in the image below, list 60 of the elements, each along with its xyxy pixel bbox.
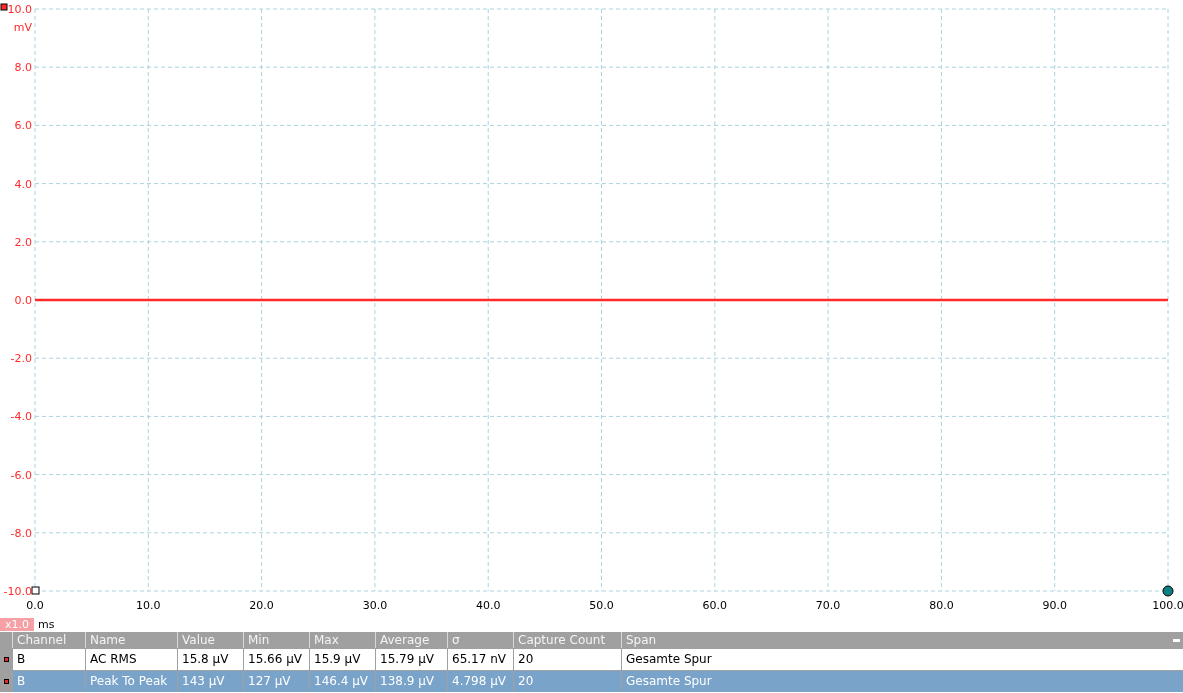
column-header[interactable]: Max [309,632,375,648]
x-axis-label: 40.0 [475,599,501,612]
y-axis-label: -8.0 [10,526,32,540]
table-cell: 15.9 µV [309,649,375,670]
column-header[interactable]: Min [243,632,309,648]
zoom-badge: x1.0 [0,618,34,631]
y-axis-label: 0.0 [14,294,32,307]
table-cell: 138.9 µV [375,671,447,692]
trigger-marker-icon[interactable] [31,586,40,595]
y-axis-unit: mV [13,21,32,34]
column-header[interactable]: Channel [12,632,85,648]
x-axis-label: 90.0 [1042,599,1067,612]
table-cell: 65.17 nV [447,649,513,670]
y-axis-label: 10.0 [7,3,32,16]
y-axis-label: -6.0 [10,468,32,482]
x-axis-unit: ms [38,618,55,631]
table-cell: 143 µV [177,671,243,692]
column-header[interactable]: Span [621,632,1170,648]
channel-marker-icon[interactable] [0,3,8,11]
x-axis-label: 80.0 [929,599,954,612]
minimize-icon[interactable] [1173,638,1180,642]
table-cell: AC RMS [85,649,177,670]
table-cell: Gesamte Spur [621,649,1170,670]
x-axis-label: 70.0 [815,599,841,612]
table-cell: 15.8 µV [177,649,243,670]
ruler-handle-icon[interactable] [1162,585,1174,597]
column-header[interactable]: Average [375,632,447,648]
x-axis-label: 60.0 [702,599,728,612]
table-cell: B [12,671,85,692]
channel-color-icon [3,679,9,684]
table-cell: 15.79 µV [375,649,447,670]
y-axis-label: -2.0 [10,352,32,366]
y-axis-label: 2.0 [14,235,32,249]
x-axis-label: 20.0 [249,599,274,612]
column-header[interactable]: Value [177,632,243,648]
table-cell: B [12,649,85,670]
x-axis-label: 100.0 [1152,599,1183,612]
x-axis-label: 0.0 [26,599,44,612]
channel-color-icon [3,657,9,662]
table-cell: Peak To Peak [85,671,177,692]
table-cell: 4.798 µV [447,671,513,692]
x-axis-label: 10.0 [136,599,161,612]
table-cell: 20 [513,649,621,670]
table-cell: 20 [513,671,621,692]
table-row[interactable]: B Peak To Peak 143 µV 127 µV 146.4 µV 138.9 µV 4.798 µV 20 Gesamte Spur [0,671,1183,692]
column-header[interactable]: Name [85,632,177,648]
y-axis-label: 6.0 [14,119,32,133]
column-header[interactable]: σ [447,632,513,648]
y-axis-label: 8.0 [14,61,32,75]
x-axis-label: 50.0 [589,599,614,612]
table-row[interactable]: B AC RMS 15.8 µV 15.66 µV 15.9 µV 15.79 µV 65.17 nV 20 Gesamte Spur [0,649,1183,670]
y-axis-label: 4.0 [14,177,32,191]
x-axis-label: 30.0 [362,599,388,612]
table-cell: Gesamte Spur [621,671,1170,692]
y-axis-label: -10.0 [3,585,32,598]
column-header[interactable]: Capture Count [513,632,621,648]
y-axis-label: -4.0 [10,410,32,424]
table-cell: 15.66 µV [243,649,309,670]
table-cell: 127 µV [243,671,309,692]
table-cell: 146.4 µV [309,671,375,692]
